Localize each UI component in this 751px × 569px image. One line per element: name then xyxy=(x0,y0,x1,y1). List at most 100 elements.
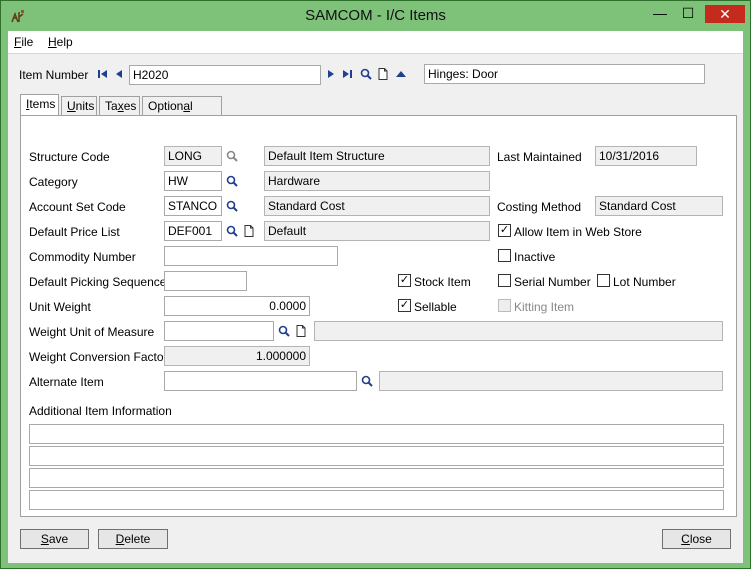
alternate-item-input[interactable] xyxy=(164,371,357,391)
category-input[interactable]: HW xyxy=(164,171,222,191)
unit-weight-input[interactable]: 0.0000 xyxy=(164,296,310,316)
unit-weight-label: Unit Weight xyxy=(29,300,91,314)
save-accel: S xyxy=(40,532,49,546)
items-tab-panel: Structure Code LONG Default Item Structu… xyxy=(20,115,737,517)
tab-taxes[interactable]: Taxes xyxy=(99,96,140,115)
kitting-item-checkbox xyxy=(498,299,511,312)
window-title: SAMCOM - I/C Items xyxy=(305,7,446,24)
structure-code-input[interactable]: LONG xyxy=(164,146,222,166)
allow-web-store-checkbox[interactable]: ✓ xyxy=(498,224,511,237)
minimize-button[interactable]: — xyxy=(649,5,671,23)
stock-item-label: Stock Item xyxy=(414,275,471,289)
additional-info-line[interactable] xyxy=(29,468,724,488)
item-description-input[interactable]: Hinges: Door xyxy=(424,64,705,84)
menu-help-label: elp xyxy=(56,35,73,49)
category-description: Hardware xyxy=(264,171,490,191)
serial-number-label: Serial Number xyxy=(514,275,591,289)
weight-uom-description xyxy=(314,321,723,341)
item-number-label: Item Number xyxy=(19,68,89,82)
tab-items[interactable]: Items xyxy=(20,94,59,116)
menu-bar: File Help xyxy=(8,31,743,54)
price-list-finder-icon[interactable] xyxy=(225,224,239,238)
category-label: Category xyxy=(29,175,78,189)
kitting-item-label: Kitting Item xyxy=(514,300,575,314)
alternate-item-finder-icon[interactable] xyxy=(360,374,374,388)
up-arrow-icon[interactable] xyxy=(394,67,408,81)
price-list-new-icon[interactable] xyxy=(242,224,256,238)
lot-number-checkbox[interactable] xyxy=(597,274,610,287)
weight-conversion-factor-value: 1.000000 xyxy=(164,346,310,366)
menu-file-label: ile xyxy=(21,35,34,49)
client-area: File Help Item Number H2020 Hinges: Door… xyxy=(8,31,743,563)
menu-file[interactable]: File xyxy=(14,35,33,49)
weight-uom-input[interactable] xyxy=(164,321,274,341)
new-document-icon[interactable] xyxy=(376,67,390,81)
weight-conversion-factor-label: Weight Conversion Factor xyxy=(29,350,168,364)
default-price-list-input[interactable]: DEF001 xyxy=(164,221,222,241)
menu-help-accel: H xyxy=(48,35,57,49)
commodity-number-label: Commodity Number xyxy=(29,250,136,264)
maximize-button[interactable]: ☐ xyxy=(677,5,699,23)
additional-info-label: Additional Item Information xyxy=(29,404,172,418)
delete-accel: D xyxy=(115,532,125,546)
commodity-number-input[interactable] xyxy=(164,246,338,266)
delete-label: elete xyxy=(124,532,151,546)
default-picking-sequence-input[interactable] xyxy=(164,271,247,291)
main-window: SAMCOM - I/C Items — ☐ ✕ File Help Item … xyxy=(0,0,751,569)
last-maintained-value: 10/31/2016 xyxy=(595,146,697,166)
weight-uom-new-icon[interactable] xyxy=(294,324,308,338)
menu-help[interactable]: Help xyxy=(48,35,73,49)
additional-info-line[interactable] xyxy=(29,424,724,444)
last-maintained-label: Last Maintained xyxy=(497,150,582,164)
delete-button[interactable]: Delete xyxy=(98,529,168,549)
costing-method-label: Costing Method xyxy=(497,200,582,214)
account-set-finder-icon[interactable] xyxy=(225,199,239,213)
sellable-checkbox[interactable]: ✓ xyxy=(398,299,411,312)
inactive-label: Inactive xyxy=(514,250,556,264)
tab-taxes-label: es xyxy=(123,99,137,113)
close-label: lose xyxy=(689,532,712,546)
previous-record-icon[interactable] xyxy=(112,67,126,81)
default-price-list-label: Default Price List xyxy=(29,225,120,239)
tab-units-label: nits xyxy=(75,99,95,113)
tab-units[interactable]: Units xyxy=(61,96,97,115)
last-record-icon[interactable] xyxy=(340,67,354,81)
sellable-label: Sellable xyxy=(414,300,457,314)
inactive-checkbox[interactable] xyxy=(498,249,511,262)
finder-icon[interactable] xyxy=(359,67,373,81)
default-picking-sequence-label: Default Picking Sequence xyxy=(29,275,167,289)
tab-optional-fields[interactable]: Optional Fields xyxy=(142,96,222,131)
alternate-item-description xyxy=(379,371,723,391)
category-finder-icon[interactable] xyxy=(225,174,239,188)
additional-info-line[interactable] xyxy=(29,446,724,466)
close-window-button[interactable]: ✕ xyxy=(705,5,745,23)
tab-units-accel: U xyxy=(67,99,76,113)
title-bar[interactable]: SAMCOM - I/C Items — ☐ ✕ xyxy=(1,1,750,31)
lot-number-label: Lot Number xyxy=(613,275,676,289)
additional-info-line[interactable] xyxy=(29,490,724,510)
costing-method-value: Standard Cost xyxy=(595,196,723,216)
next-record-icon[interactable] xyxy=(324,67,338,81)
close-accel: C xyxy=(681,532,690,546)
weight-uom-finder-icon[interactable] xyxy=(277,324,291,338)
account-set-code-input[interactable]: STANCO xyxy=(164,196,222,216)
account-set-description: Standard Cost xyxy=(264,196,490,216)
structure-finder-icon[interactable] xyxy=(225,149,239,163)
tab-taxes-pre: Ta xyxy=(105,99,118,113)
stock-item-checkbox[interactable]: ✓ xyxy=(398,274,411,287)
item-number-input[interactable]: H2020 xyxy=(129,65,321,85)
structure-code-label: Structure Code xyxy=(29,150,110,164)
save-button[interactable]: Save xyxy=(20,529,89,549)
account-set-code-label: Account Set Code xyxy=(29,200,126,214)
alternate-item-label: Alternate Item xyxy=(29,375,104,389)
save-label: ave xyxy=(48,532,69,546)
allow-web-store-label: Allow Item in Web Store xyxy=(514,225,642,239)
serial-number-checkbox[interactable] xyxy=(498,274,511,287)
price-list-description: Default xyxy=(264,221,490,241)
tab-items-label: tems xyxy=(29,97,56,111)
structure-code-description: Default Item Structure xyxy=(264,146,490,166)
first-record-icon[interactable] xyxy=(96,67,110,81)
close-button[interactable]: Close xyxy=(662,529,731,549)
tab-optional-pre: Option xyxy=(148,99,184,113)
weight-uom-label: Weight Unit of Measure xyxy=(29,325,155,339)
